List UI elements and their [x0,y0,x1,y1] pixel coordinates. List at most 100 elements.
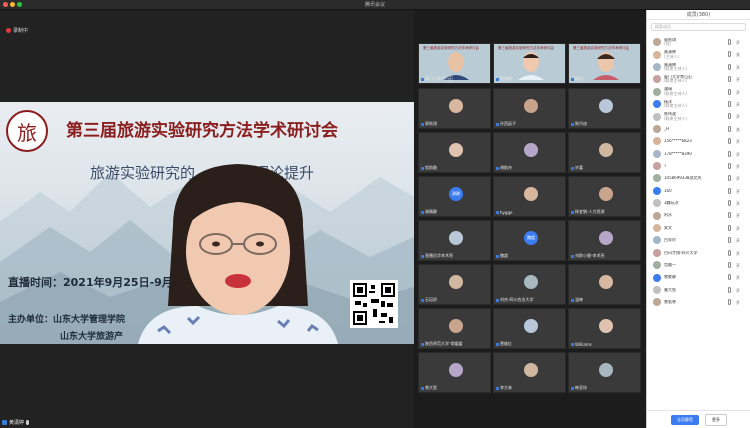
microphone-icon[interactable] [728,76,731,83]
participant-tile[interactable]: hygge [493,176,566,217]
member-row[interactable]: 黄潇婷 (联席主持人) 开 [647,61,750,73]
member-list[interactable]: 郭秋琪 (我) 开黄潇婷 (主持人) 关黄潇婷 (联席主持人) 开厦门大学李山石 (联席主持人… [647,36,750,309]
video-status-label[interactable]: 开 [736,90,740,96]
participant-tile[interactable]: 直播员华李术亮 [418,220,491,261]
microphone-icon[interactable] [728,212,731,219]
participants-panel[interactable]: 成员(380) 搜索成员 郭秋琪 (我) 开黄潇婷 (主持人) 关黄潇婷 (联席主持人) 开… [646,10,750,428]
microphone-icon[interactable] [728,100,731,107]
participant-tile[interactable]: 李大林 [493,352,566,393]
video-status-label[interactable]: 开 [736,102,740,108]
microphone-icon[interactable] [728,286,731,293]
video-status-label[interactable]: 开 [736,152,740,158]
member-row[interactable]: 1058699338邵文庆 开 [647,172,750,184]
participant-tile[interactable]: 许嘉 [568,132,641,173]
video-status-label[interactable]: 关 [736,52,740,58]
microphone-icon[interactable] [728,187,731,194]
microphone-icon[interactable] [728,262,731,269]
video-tile[interactable]: 第三届旅游实验研究方法学术研讨会 厦门大学李山石 [418,43,491,84]
video-tile[interactable]: 第三届旅游实验研究方法学术研讨会 黄潇婷 [493,43,566,84]
microphone-icon[interactable] [728,88,731,95]
microphone-icon[interactable] [728,162,731,169]
video-status-label[interactable]: 开 [736,189,740,195]
video-status-label[interactable]: 开 [736,213,740,219]
participant-tile[interactable]: 石培娇 [418,264,491,305]
microphone-icon[interactable] [728,200,731,207]
microphone-icon[interactable] [728,299,731,306]
microphone-icon[interactable] [728,237,731,244]
microphone-icon[interactable] [728,39,731,45]
member-row[interactable]: 黄潇婷 (主持人) 关 [647,48,750,60]
participant-tile[interactable]: 杨宜钢-人力资源 [568,176,641,217]
video-status-label[interactable]: 开 [736,164,740,170]
participant-tile[interactable]: Williams [568,308,641,349]
member-row[interactable]: ? 开 [647,160,750,172]
member-row[interactable]: 160 开 [647,185,750,197]
participant-tile[interactable]: 魏超 魏超 [493,220,566,261]
member-row[interactable]: 曾蒙静 开 [647,271,750,283]
more-button[interactable]: 更多 [705,413,727,426]
video-status-label[interactable]: 开 [736,114,740,120]
member-row[interactable]: 3趣玩洋 开 [647,197,750,209]
video-status-label[interactable]: 开 [736,238,740,244]
microphone-icon[interactable] [728,150,731,157]
member-row[interactable]: 潘瑞 (联席主持人) 开 [647,86,750,98]
microphone-icon[interactable] [728,274,731,281]
video-status-label[interactable]: 开 [736,65,740,71]
participant-tile[interactable]: 陕西师范大学-常媛媛 [418,308,491,349]
microphone-icon[interactable] [728,224,731,231]
recording-indicator[interactable]: 录制中 [6,27,28,34]
participant-gallery[interactable]: 第三届旅游实验研究方法学术研讨会 厦门大学李山石 第三届旅游实验研究方法学术研讨… [414,10,646,428]
video-status-label[interactable]: 开 [736,201,740,207]
participant-tile[interactable]: 孙西辰子 [493,88,566,129]
participant-tile[interactable]: 贾维红 [493,308,566,349]
mute-all-button[interactable]: 全员静音 [671,414,699,425]
participant-tile[interactable]: 谢静 谢晴静 [418,176,491,217]
participant-tile[interactable]: 温婷 [568,264,641,305]
microphone-icon[interactable] [728,51,731,58]
microphone-icon[interactable] [728,249,731,256]
participant-tile[interactable]: 程韵融 [418,132,491,173]
member-row[interactable]: 包晨一 开 [647,259,750,271]
member-search-input[interactable]: 搜索成员 [651,23,746,31]
video-status-label[interactable]: 开 [736,139,740,145]
member-row[interactable]: _H 关 [647,123,750,135]
participant-tile[interactable]: 陈丹迪 [568,88,641,129]
video-status-label[interactable]: 开 [736,176,740,182]
participant-tile[interactable]: 刘欧小雅-李术亮 [568,220,641,261]
participant-tile[interactable]: 胡航舟 [493,132,566,173]
member-row[interactable]: 厦门大学李山石 (联席主持人) 开 [647,73,750,85]
video-status-label[interactable]: 开 [736,300,740,306]
participant-tile[interactable]: 韩亚琼 [568,352,641,393]
member-row[interactable]: 陈伟波 (联席主持人) 开 [647,110,750,122]
video-status-label[interactable]: 关 [736,127,740,133]
video-status-label[interactable]: 开 [736,263,740,269]
participant-tile[interactable]: 刘杰-四川农业大学 [493,264,566,305]
tile-label: 杨宜钢-人力资源 [571,209,604,215]
member-row[interactable]: 阿水 开 [647,209,750,221]
microphone-icon[interactable] [728,125,731,132]
video-status-label[interactable]: 开 [736,226,740,232]
member-row[interactable]: 郭秋琪 (我) 开 [647,36,750,48]
video-status-label[interactable]: 开 [736,288,740,294]
member-row[interactable]: 白玛才措-四川大学 开 [647,247,750,259]
member-row[interactable]: 156*****6823 开 [647,135,750,147]
member-row[interactable]: 安文 开 [647,222,750,234]
microphone-icon[interactable] [728,175,731,182]
microphone-icon[interactable] [728,113,731,120]
video-status-label[interactable]: 开 [736,77,740,83]
microphone-icon[interactable] [728,138,731,145]
video-status-label[interactable]: 开 [736,251,740,257]
member-row[interactable]: 曹大智 开 [647,284,750,296]
member-row[interactable]: 178*****8390 开 [647,148,750,160]
participant-tile[interactable]: 郭秋琪 [418,88,491,129]
video-status-label[interactable]: 开 [736,275,740,281]
member-row[interactable]: 曾若寒 开 [647,296,750,308]
member-name: 178*****8390 [664,151,692,156]
video-status-label[interactable]: 开 [736,40,740,46]
microphone-icon[interactable] [728,63,731,70]
participant-tile[interactable]: 曾大智 [418,352,491,393]
member-row[interactable]: 杨洋 (联席主持人) 开 [647,98,750,110]
main-speaker-view[interactable]: 录制中 旅 第三届旅游实验研究方法学术研讨会 旅游实验研究的 与理论提升 直播时间… [0,10,414,428]
member-row[interactable]: 白菲玲 开 [647,234,750,246]
video-tile[interactable]: 第三届旅游实验研究方法学术研讨会 杨洋 [568,43,641,84]
